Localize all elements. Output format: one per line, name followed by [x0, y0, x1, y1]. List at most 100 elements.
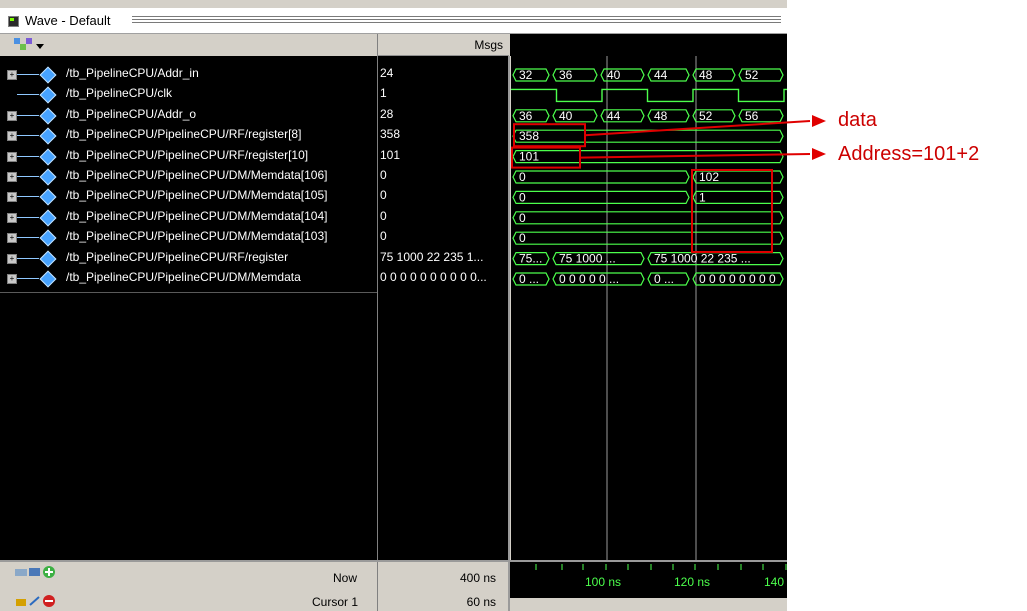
bus-value: 52 [699, 109, 713, 123]
status-bar: Now Cursor 1 400 ns 60 ns 100 ns 120 ns 14… [0, 560, 787, 611]
signal-diamond-icon [39, 148, 57, 166]
add-cursor-icon[interactable] [42, 565, 56, 579]
signal-row[interactable]: /tb_PipelineCPU/clk [0, 86, 377, 106]
bus-value: 40 [559, 109, 573, 123]
status-left-pane: Now Cursor 1 [0, 562, 378, 611]
tree-connector [17, 74, 39, 75]
signal-value: 0 [380, 208, 387, 223]
waveform-row: 0 [512, 231, 784, 245]
bus-value: 75 1000 22 235 ... [654, 252, 751, 266]
signal-diamond-icon [39, 250, 57, 268]
bus-segment [512, 231, 784, 245]
waveform-row: 75... 75 1000 ... 75 1000 22 235 ... [512, 252, 784, 266]
wave-column-header [510, 34, 787, 56]
expand-icon[interactable]: + [7, 172, 17, 182]
waveform-row: 101 [512, 150, 784, 164]
title-grip[interactable] [132, 16, 781, 25]
expand-icon[interactable]: + [7, 151, 17, 162]
signal-path: /tb_PipelineCPU/PipelineCPU/RF/register [66, 249, 289, 264]
signal-row[interactable]: + /tb_PipelineCPU/PipelineCPU/RF/register… [0, 148, 377, 168]
bus-value: 44 [607, 109, 621, 123]
signal-path: /tb_PipelineCPU/PipelineCPU/DM/Memdata [66, 270, 301, 284]
expand-icon[interactable]: + [7, 192, 17, 203]
expand-icon[interactable]: + [7, 253, 17, 264]
signal-row[interactable]: + /tb_PipelineCPU/Addr_o [0, 107, 377, 127]
bus-value: 0 0 0 0 0 0 0 0 [699, 272, 776, 286]
signal-diamond-icon [39, 209, 57, 227]
signal-row[interactable]: + /tb_PipelineCPU/PipelineCPU/DM/Memdata [0, 270, 377, 290]
tree-connector [17, 196, 39, 198]
edit-cursor-icon[interactable] [28, 595, 42, 607]
signal-row[interactable]: + /tb_PipelineCPU/PipelineCPU/DM/Memdata[… [0, 188, 377, 208]
ruler-label: 140 [764, 575, 784, 589]
signal-row[interactable]: + /tb_PipelineCPU/Addr_in [0, 66, 377, 86]
bus-value: 0 [519, 211, 526, 225]
bus-value: 36 [519, 109, 533, 123]
signal-path: /tb_PipelineCPU/PipelineCPU/DM/Memdata[1… [66, 188, 328, 203]
signal-name-pane: + /tb_PipelineCPU/Addr_in/tb_PipelineCPU/… [0, 56, 378, 560]
signal-value: 1 [380, 86, 387, 101]
signal-row[interactable]: + /tb_PipelineCPU/PipelineCPU/RF/register… [0, 127, 377, 147]
bus-value: 102 [699, 170, 719, 184]
bus-value: 48 [699, 68, 713, 82]
waveform-row: 32 36 40 44 48 52 [512, 68, 784, 82]
bus-value: 0 ... [654, 272, 674, 286]
expand-icon[interactable]: + [7, 110, 17, 121]
address-annotation: Address=101+2 [838, 143, 980, 165]
wave-toolbar [0, 34, 377, 57]
signal-value: 28 [380, 106, 394, 121]
bus-value: 1 [699, 190, 706, 204]
signal-row[interactable]: + /tb_PipelineCPU/PipelineCPU/DM/Memdata[… [0, 229, 377, 249]
signal-path: /tb_PipelineCPU/PipelineCPU/DM/Memdata[1… [66, 168, 328, 182]
status-value-pane: 400 ns 60 ns [378, 562, 510, 611]
bus-segment [512, 170, 690, 184]
waveform-row: 0 102 [512, 170, 784, 184]
timeline-ruler: 100 ns 120 ns 140 [510, 562, 787, 598]
waveform-row: 358 [512, 129, 784, 143]
expand-icon[interactable]: + [7, 131, 17, 142]
waveform-canvas[interactable]: 32 36 40 44 48 5236 40 44 48 52 563581010 1020 10075… [511, 56, 787, 560]
signal-diamond-icon [39, 127, 57, 145]
bus-segment [512, 211, 784, 225]
signal-row[interactable]: + /tb_PipelineCPU/PipelineCPU/DM/Memdata[… [0, 168, 377, 188]
signal-diamond-icon [39, 270, 57, 288]
monitor-icon[interactable] [28, 566, 42, 578]
signal-value: 24 [380, 66, 394, 80]
expand-icon[interactable]: + [7, 233, 17, 244]
signal-value: 75 1000 22 235 1... [380, 249, 484, 264]
waveform-row: 0 [512, 211, 784, 225]
bus-value: 0 [519, 170, 526, 184]
signal-path: /tb_PipelineCPU/PipelineCPU/DM/Memdata[1… [66, 229, 328, 244]
bus-value: 0 [519, 231, 526, 245]
signal-value: 0 [380, 188, 387, 203]
tree-connector [17, 155, 39, 157]
signal-diamond-icon [39, 229, 57, 247]
signal-diamond-icon [39, 66, 57, 84]
signal-row[interactable]: + /tb_PipelineCPU/PipelineCPU/RF/register [0, 250, 377, 270]
bus-value: 0 [519, 190, 526, 204]
signal-diamond-icon [39, 168, 57, 186]
bus-segment [512, 150, 784, 164]
tree-connector [17, 237, 39, 239]
cursor-label[interactable]: Cursor 1 [312, 595, 358, 609]
delete-cursor-icon[interactable] [42, 594, 56, 608]
lock-cursor-icon[interactable] [14, 595, 28, 607]
tree-connector [17, 94, 39, 96]
address-arrow-head [812, 148, 826, 160]
row-separator [0, 292, 377, 294]
expand-icon[interactable]: + [7, 212, 17, 223]
expand-icon[interactable]: + [7, 70, 17, 80]
msgs-column-header: Msgs [377, 34, 509, 56]
signal-path: /tb_PipelineCPU/clk [66, 86, 173, 101]
zoom-icon[interactable] [14, 566, 28, 578]
clock-waveform [511, 88, 787, 103]
ruler-label: 100 ns [585, 575, 621, 589]
signal-row[interactable]: + /tb_PipelineCPU/PipelineCPU/DM/Memdata[… [0, 209, 377, 229]
timeline-ruler-canvas[interactable]: 100 ns 120 ns 140 [510, 562, 787, 598]
signal-path: /tb_PipelineCPU/PipelineCPU/DM/Memdata[1… [66, 208, 328, 223]
title-bar: Wave - Default [0, 8, 787, 34]
expand-icon[interactable]: + [7, 274, 17, 284]
waveform-pane: 32 36 40 44 48 52 36 40 44 48 52 56 358 101 0 102 0 1 0 0 75… [511, 56, 787, 560]
tree-connector [17, 135, 39, 137]
wave-options-icon[interactable] [12, 35, 48, 55]
